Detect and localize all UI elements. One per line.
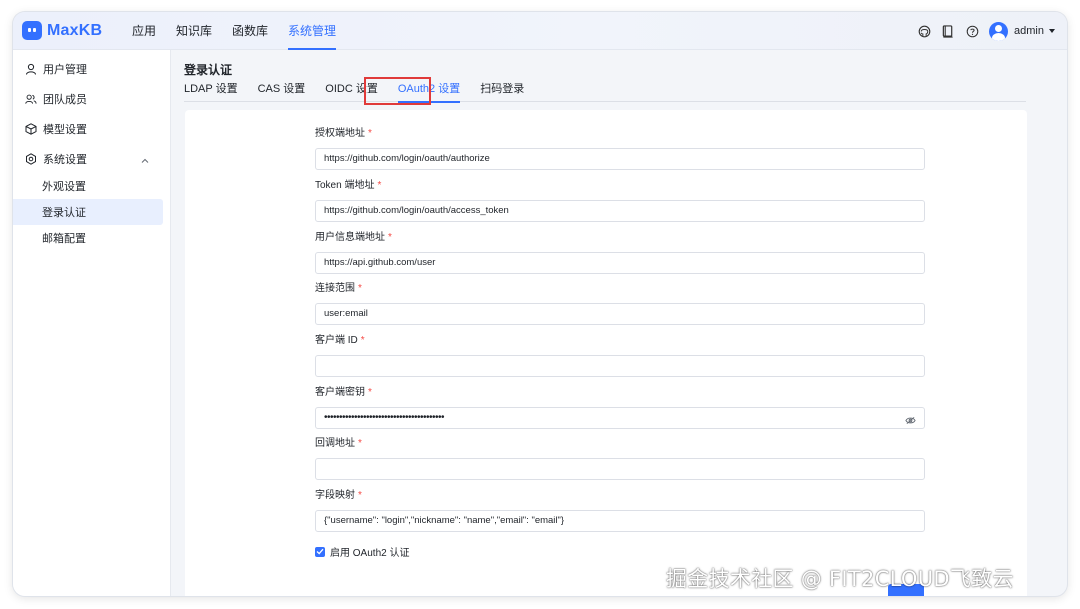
enable-oauth2-row[interactable]: 启用 OAuth2 认证: [315, 544, 409, 559]
cube-icon: [25, 123, 37, 135]
field-client-secret: 客户端密钥 * •••••••••••••••••••••••••••••••••…: [315, 386, 925, 429]
chevron-up-icon[interactable]: [141, 155, 149, 167]
sidebar-item-system-settings[interactable]: 系统设置: [13, 146, 163, 172]
sidebar-item-model-settings[interactable]: 模型设置: [13, 116, 163, 142]
oauth2-form-card: 授权端地址 * https://github.com/login/oauth/au…: [185, 110, 1027, 596]
sidebar: 用户管理 团队成员 模型设置 系统设置 外观设置 登录认证 邮箱配置: [13, 50, 171, 596]
client-id-input[interactable]: [315, 355, 925, 377]
logo[interactable]: MaxKB: [22, 21, 102, 40]
field-label-text: 客户端密钥: [315, 387, 365, 398]
field-label-text: 客户端 ID: [315, 335, 358, 346]
sidebar-item-email-config[interactable]: 邮箱配置: [13, 225, 163, 251]
top-navigation-bar: MaxKB 应用 知识库 函数库 系统管理 admin: [13, 12, 1067, 50]
user-name[interactable]: admin: [1014, 25, 1044, 37]
input-value: https://github.com/login/oauth/access_to…: [324, 205, 509, 216]
field-label: 用户信息端地址 *: [315, 231, 925, 245]
sidebar-item-label: 系统设置: [43, 154, 87, 166]
userinfo-url-input[interactable]: https://api.github.com/user: [315, 252, 925, 274]
input-value: user:email: [324, 308, 368, 319]
field-userinfo-url: 用户信息端地址 * https://api.github.com/user: [315, 231, 925, 274]
authorize-url-input[interactable]: https://github.com/login/oauth/authorize: [315, 148, 925, 170]
field-field-mapping: 字段映射 * {"username": "login","nickname": "…: [315, 489, 925, 532]
enable-oauth2-label: 启用 OAuth2 认证: [330, 548, 410, 559]
field-label: 客户端 ID *: [315, 334, 925, 348]
required-mark: *: [358, 490, 362, 501]
field-label-text: 连接范围: [315, 283, 355, 294]
required-mark: *: [368, 128, 372, 139]
tab-cas[interactable]: CAS 设置: [258, 80, 306, 102]
nav-item-apps[interactable]: 应用: [132, 12, 156, 50]
field-label-text: 回调地址: [315, 438, 355, 449]
chevron-down-icon[interactable]: [1049, 29, 1055, 33]
scope-input[interactable]: user:email: [315, 303, 925, 325]
document-icon[interactable]: [941, 24, 955, 38]
page-title: 登录认证: [184, 63, 233, 77]
required-mark: *: [360, 335, 365, 346]
field-label-text: 用户信息端地址: [315, 232, 385, 243]
help-icon[interactable]: [965, 24, 979, 38]
sidebar-item-label: 团队成员: [43, 94, 87, 106]
team-icon: [25, 93, 37, 105]
field-label: 字段映射 *: [315, 489, 925, 503]
field-label: 连接范围 *: [315, 282, 925, 296]
sidebar-item-label: 模型设置: [43, 124, 87, 136]
field-label-text: 授权端地址: [315, 128, 365, 139]
required-mark: *: [377, 180, 382, 191]
settings-tabs: LDAP 设置 CAS 设置 OIDC 设置 OAuth2 设置 扫码登录: [184, 80, 1026, 103]
callback-url-input[interactable]: [315, 458, 925, 480]
field-label-text: 字段映射: [315, 490, 355, 501]
required-mark: *: [358, 283, 362, 294]
sidebar-item-label: 登录认证: [42, 207, 86, 219]
input-value: https://api.github.com/user: [324, 257, 436, 268]
nav-item-knowledge-base[interactable]: 知识库: [176, 12, 212, 50]
field-label: 授权端地址 *: [315, 127, 925, 141]
user-icon: [25, 63, 37, 75]
logo-text: MaxKB: [47, 21, 103, 39]
header-actions: admin: [907, 12, 1055, 50]
required-mark: *: [388, 232, 392, 243]
field-label: 回调地址 *: [315, 437, 925, 451]
tab-qr-login[interactable]: 扫码登录: [480, 80, 524, 102]
nav-item-system-management[interactable]: 系统管理: [288, 12, 337, 50]
sidebar-item-login-auth[interactable]: 登录认证: [13, 199, 163, 225]
input-value: {"username": "login","nickname": "name",…: [324, 515, 565, 526]
watermark-text: 掘金技术社区 @ FIT2CLOUD飞致云: [666, 567, 1014, 591]
sidebar-item-label: 邮箱配置: [42, 233, 86, 245]
sidebar-item-appearance-settings[interactable]: 外观设置: [13, 173, 163, 199]
field-label-text: Token 端地址: [315, 180, 375, 191]
field-client-id: 客户端 ID *: [315, 334, 925, 377]
required-mark: *: [358, 438, 362, 449]
sidebar-item-label: 外观设置: [42, 181, 86, 193]
user-avatar[interactable]: [989, 21, 1009, 41]
enable-oauth2-checkbox[interactable]: [315, 546, 325, 557]
nav-item-function-library[interactable]: 函数库: [232, 12, 268, 50]
field-authorize-url: 授权端地址 * https://github.com/login/oauth/au…: [315, 127, 925, 170]
main-nav: 应用 知识库 函数库 系统管理: [132, 12, 356, 50]
sidebar-item-team-members[interactable]: 团队成员: [13, 86, 163, 112]
sidebar-item-label: 用户管理: [43, 64, 87, 76]
app-window: MaxKB 应用 知识库 函数库 系统管理 admin 用户管理 团队成员 模型…: [13, 12, 1067, 596]
required-mark: *: [368, 387, 372, 398]
tab-ldap[interactable]: LDAP 设置: [184, 80, 238, 102]
gear-icon: [25, 153, 37, 165]
field-label: 客户端密钥 *: [315, 386, 925, 400]
input-value: ••••••••••••••••••••••••••••••••••••••••: [324, 412, 445, 423]
sidebar-item-user-management[interactable]: 用户管理: [13, 56, 163, 82]
field-token-url: Token 端地址 * https://github.com/login/oaut…: [315, 179, 925, 222]
client-secret-input[interactable]: ••••••••••••••••••••••••••••••••••••••••: [315, 407, 925, 429]
token-url-input[interactable]: https://github.com/login/oauth/access_to…: [315, 200, 925, 222]
field-scope: 连接范围 * user:email: [315, 282, 925, 325]
maxkb-logo-icon: [22, 21, 42, 40]
github-icon[interactable]: [917, 24, 931, 38]
field-callback-url: 回调地址 *: [315, 437, 925, 480]
eye-icon[interactable]: [905, 413, 916, 433]
field-mapping-input[interactable]: {"username": "login","nickname": "name",…: [315, 510, 925, 532]
input-value: https://github.com/login/oauth/authorize: [324, 153, 490, 164]
main-content: 登录认证 LDAP 设置 CAS 设置 OIDC 设置 OAuth2 设置 扫码…: [171, 50, 1067, 596]
tab-highlight-box: [364, 77, 431, 105]
field-label: Token 端地址 *: [315, 179, 925, 193]
